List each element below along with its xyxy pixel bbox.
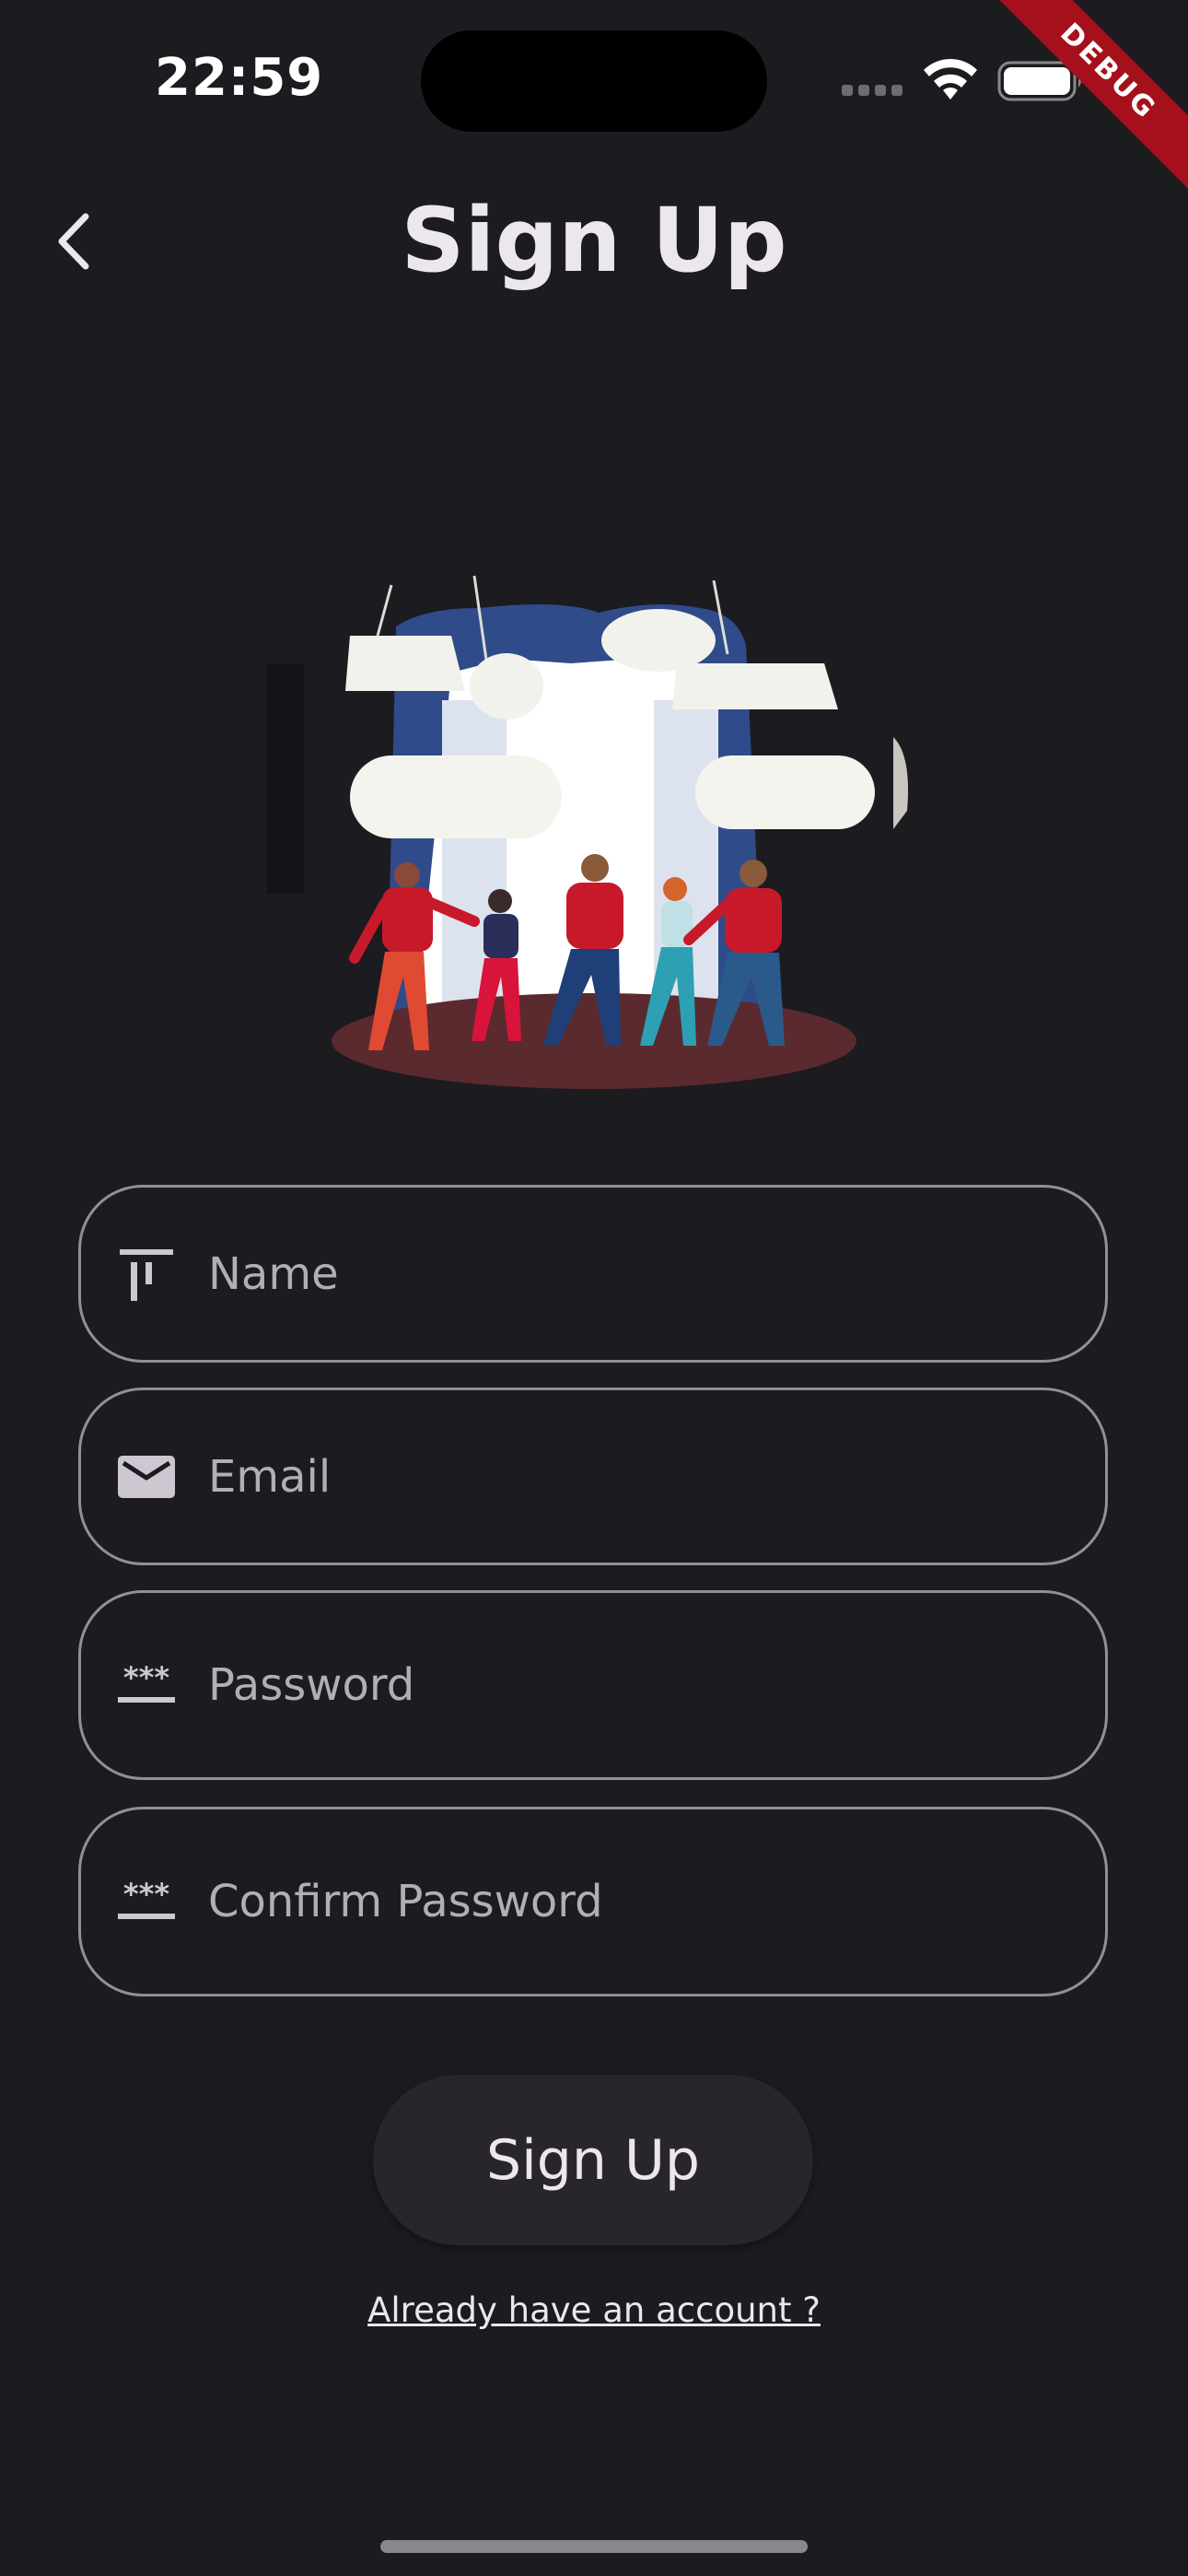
signup-button[interactable]: Sign Up: [373, 2075, 813, 2245]
login-link[interactable]: Already have an account ?: [0, 2290, 1188, 2330]
wifi-icon: [924, 58, 977, 100]
confirm-password-placeholder: Confirm Password: [208, 1876, 603, 1927]
confirm-password-field[interactable]: *** Confirm Password: [78, 1807, 1108, 1996]
name-placeholder: Name: [208, 1247, 339, 1300]
email-icon: [116, 1446, 177, 1507]
dynamic-island: [421, 30, 767, 132]
cellular-signal-icon: [842, 85, 903, 96]
home-indicator[interactable]: [380, 2540, 808, 2553]
password-placeholder: Password: [208, 1659, 415, 1711]
page-title: Sign Up: [401, 189, 787, 292]
email-placeholder: Email: [208, 1450, 332, 1503]
email-field[interactable]: Email: [78, 1388, 1108, 1565]
svg-text:***: ***: [123, 1877, 169, 1912]
name-field[interactable]: Name: [78, 1185, 1108, 1363]
password-icon: ***: [116, 1871, 177, 1932]
signup-illustration: [267, 575, 908, 1089]
password-field[interactable]: *** Password: [78, 1590, 1108, 1780]
text-fields-icon: [116, 1244, 177, 1305]
status-time: 22:59: [155, 48, 324, 108]
password-icon: ***: [116, 1655, 177, 1715]
svg-text:***: ***: [123, 1660, 169, 1695]
